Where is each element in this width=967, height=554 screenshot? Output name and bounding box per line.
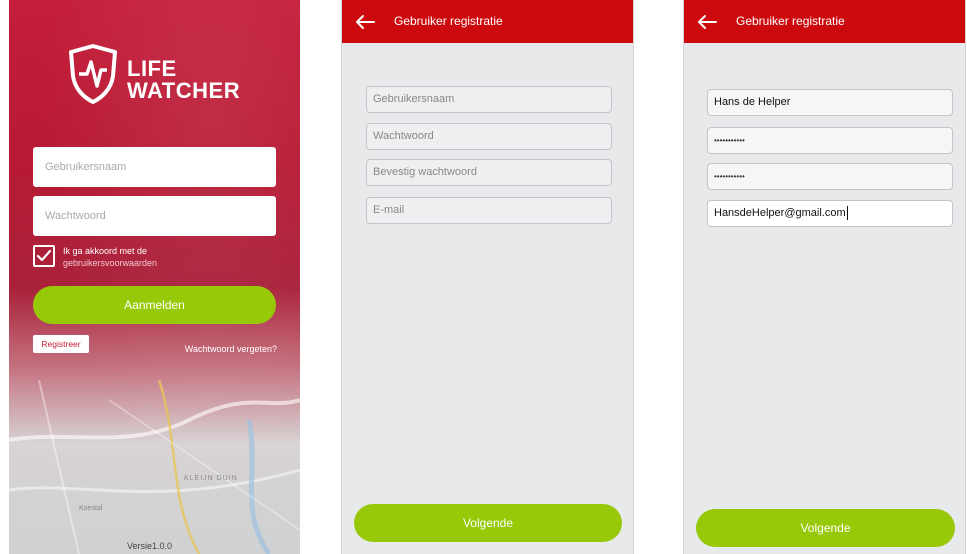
next-button[interactable]: Volgende: [696, 509, 955, 547]
confirm-password-field[interactable]: Bevestig wachtwoord: [366, 159, 612, 186]
next-button[interactable]: Volgende: [354, 504, 622, 542]
checkmark-icon: [36, 249, 52, 262]
shield-heartbeat-icon: [69, 44, 117, 104]
back-arrow-icon[interactable]: [697, 14, 717, 30]
version-label: Versie1.0.0: [127, 541, 173, 551]
terms-checkbox[interactable]: [33, 245, 55, 267]
registration-screen-filled: Gebruiker registratie Hans de Helper •••…: [683, 0, 966, 554]
map-background: [9, 380, 300, 554]
email-field[interactable]: HansdeHelper@gmail.com: [707, 200, 953, 227]
map-label-kleijn-duin: KLEIJN DUIN: [184, 475, 238, 482]
password-field[interactable]: Wachtwoord: [366, 123, 612, 150]
brand-name: LIFE WATCHER: [127, 56, 241, 103]
map-label-koestal: Koestal: [79, 505, 103, 512]
registration-screen-empty: Gebruiker registratie Gebruikersnaam Wac…: [341, 0, 634, 554]
page-title: Gebruiker registratie: [394, 14, 503, 28]
page-title: Gebruiker registratie: [736, 14, 845, 28]
email-field[interactable]: E-mail: [366, 197, 612, 224]
login-screen: KLEIJN DUIN Koestal LIFE WATCHER Gebruik…: [9, 0, 300, 554]
password-input[interactable]: Wachtwoord: [33, 196, 276, 236]
confirm-password-field[interactable]: •••••••••••: [707, 163, 953, 190]
username-input[interactable]: Gebruikersnaam: [33, 147, 276, 187]
username-field[interactable]: Gebruikersnaam: [366, 86, 612, 113]
app-bar: Gebruiker registratie: [342, 0, 633, 43]
login-button[interactable]: Aanmelden: [33, 286, 276, 324]
terms-label: Ik ga akkoord met de gebruikersvoorwaard…: [63, 246, 158, 268]
forgot-password-link[interactable]: Wachtwoord vergeten?: [185, 344, 277, 354]
username-field[interactable]: Hans de Helper: [707, 89, 953, 116]
app-bar: Gebruiker registratie: [684, 0, 965, 43]
register-button[interactable]: Registreer: [33, 335, 89, 353]
back-arrow-icon[interactable]: [355, 14, 375, 30]
text-cursor: [846, 206, 848, 221]
password-field[interactable]: •••••••••••: [707, 127, 953, 154]
lifewatcher-logo: LIFE WATCHER: [67, 44, 267, 114]
